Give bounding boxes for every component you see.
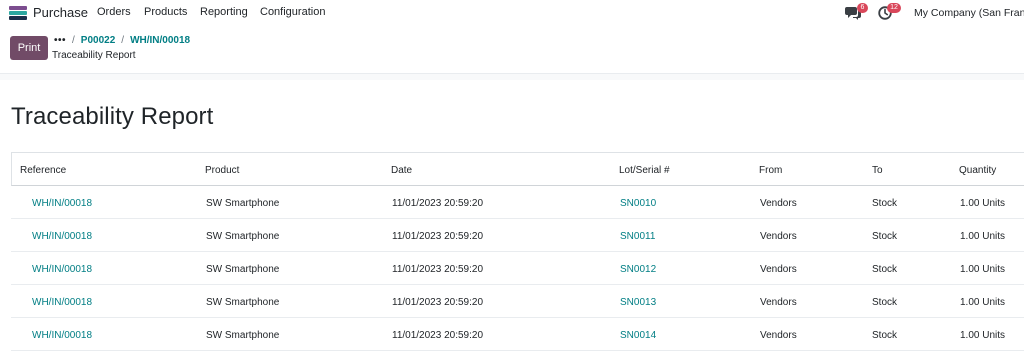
table-row: WH/IN/00018 SW Smartphone 11/01/2023 20:…	[11, 252, 1024, 285]
to-location-cell: Stock	[872, 198, 898, 209]
table-row: WH/IN/00018 SW Smartphone 11/01/2023 20:…	[11, 219, 1024, 252]
control-panel-divider	[0, 73, 1024, 80]
purchase-app-icon[interactable]	[9, 6, 27, 20]
column-header-quantity: Quantity	[959, 165, 997, 176]
quantity-cell: 1.00 Units	[960, 330, 1006, 341]
column-header-reference: Reference	[20, 165, 67, 176]
product-cell: SW Smartphone	[206, 231, 280, 242]
reference-link[interactable]: WH/IN/00018	[32, 297, 92, 308]
menu-configuration[interactable]: Configuration	[260, 6, 325, 18]
product-cell: SW Smartphone	[206, 297, 280, 308]
table-row: WH/IN/00018 SW Smartphone 11/01/2023 20:…	[11, 186, 1024, 219]
column-header-lot-serial: Lot/Serial #	[619, 165, 670, 176]
breadcrumb-more-button[interactable]: •••	[54, 35, 66, 46]
table-row: WH/IN/00018 SW Smartphone 11/01/2023 20:…	[11, 285, 1024, 318]
column-header-product: Product	[205, 165, 240, 176]
date-cell: 11/01/2023 20:59:20	[392, 231, 484, 242]
table-row: WH/IN/00018 SW Smartphone 11/01/2023 20:…	[11, 318, 1024, 351]
to-location-cell: Stock	[872, 264, 898, 275]
column-header-from: From	[759, 165, 783, 176]
quantity-cell: 1.00 Units	[960, 231, 1006, 242]
date-cell: 11/01/2023 20:59:20	[392, 330, 484, 341]
traceability-table: Reference Product Date Lot/Serial # From…	[11, 152, 1024, 351]
to-location-cell: Stock	[872, 297, 898, 308]
table-header: Reference Product Date Lot/Serial # From…	[11, 152, 1024, 186]
print-button[interactable]: Print	[10, 36, 48, 60]
product-cell: SW Smartphone	[206, 330, 280, 341]
lot-serial-link[interactable]: SN0010	[620, 198, 656, 209]
chat-count-badge: 6	[857, 3, 868, 13]
quantity-cell: 1.00 Units	[960, 264, 1006, 275]
company-switcher[interactable]: My Company (San Franc	[914, 7, 1024, 19]
date-cell: 11/01/2023 20:59:20	[392, 198, 484, 209]
breadcrumb-receipt[interactable]: WH/IN/00018	[130, 35, 190, 46]
breadcrumb-separator: /	[72, 35, 75, 46]
product-cell: SW Smartphone	[206, 198, 280, 209]
reference-link[interactable]: WH/IN/00018	[32, 231, 92, 242]
lot-serial-link[interactable]: SN0011	[620, 231, 655, 242]
lot-serial-link[interactable]: SN0013	[620, 297, 656, 308]
from-location-cell: Vendors	[760, 330, 797, 341]
reference-link[interactable]: WH/IN/00018	[32, 264, 92, 275]
date-cell: 11/01/2023 20:59:20	[392, 297, 484, 308]
from-location-cell: Vendors	[760, 231, 797, 242]
from-location-cell: Vendors	[760, 297, 797, 308]
from-location-cell: Vendors	[760, 198, 797, 209]
reference-link[interactable]: WH/IN/00018	[32, 198, 92, 209]
lot-serial-link[interactable]: SN0014	[620, 330, 656, 341]
column-header-date: Date	[391, 165, 413, 176]
quantity-cell: 1.00 Units	[960, 297, 1006, 308]
to-location-cell: Stock	[872, 231, 898, 242]
menu-orders[interactable]: Orders	[97, 6, 131, 18]
report-title: Traceability Report	[11, 103, 214, 130]
top-navbar: Purchase Orders Products Reporting Confi…	[0, 0, 1024, 26]
column-header-to: To	[872, 165, 883, 176]
menu-reporting[interactable]: Reporting	[200, 6, 248, 18]
activity-count-badge: 12	[887, 3, 901, 13]
from-location-cell: Vendors	[760, 264, 797, 275]
app-name[interactable]: Purchase	[33, 5, 88, 20]
breadcrumb: ••• / P00022 / WH/IN/00018	[54, 35, 190, 46]
date-cell: 11/01/2023 20:59:20	[392, 264, 484, 275]
breadcrumb-purchase-order[interactable]: P00022	[81, 35, 115, 46]
reference-link[interactable]: WH/IN/00018	[32, 330, 92, 341]
menu-products[interactable]: Products	[144, 6, 187, 18]
product-cell: SW Smartphone	[206, 264, 280, 275]
page-subtitle: Traceability Report	[52, 50, 136, 61]
to-location-cell: Stock	[872, 330, 898, 341]
quantity-cell: 1.00 Units	[960, 198, 1006, 209]
breadcrumb-separator: /	[121, 35, 125, 46]
lot-serial-link[interactable]: SN0012	[620, 264, 656, 275]
